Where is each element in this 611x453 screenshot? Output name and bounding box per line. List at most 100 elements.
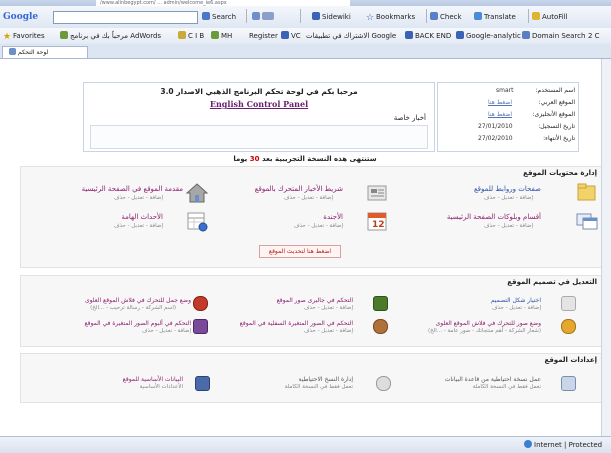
- fav-item[interactable]: BACK END: [405, 30, 451, 42]
- page-icon: [178, 31, 186, 39]
- flash-text-link[interactable]: وضع جمل للتحرك في فلاش الموقع العلوى: [85, 297, 191, 304]
- adwords-icon: [60, 31, 68, 39]
- vertical-scrollbar[interactable]: [601, 59, 611, 436]
- trial-days: 30: [249, 155, 260, 163]
- toolbar-extras[interactable]: [252, 11, 276, 24]
- check-button[interactable]: Check: [430, 11, 462, 24]
- flash-images-icon: [561, 319, 576, 334]
- trial-text-after: يوما: [233, 155, 248, 163]
- home-icon: [185, 182, 209, 204]
- calendar-icon: 12: [365, 210, 389, 232]
- status-bar: Internet | Protected: [0, 436, 611, 453]
- section-title: إدارة محتويات الموقع: [523, 169, 597, 177]
- news-label: أخبار خاصة: [393, 114, 426, 122]
- english-site-link[interactable]: اضغط هنا: [488, 111, 512, 118]
- newspaper-icon: [365, 182, 389, 204]
- choose-theme-link[interactable]: اختيار شكل التصميم: [491, 297, 541, 304]
- pages-links-link[interactable]: صفحات وروابط للموقع: [474, 185, 541, 193]
- important-events-link[interactable]: الأحداث الهامة: [121, 213, 163, 221]
- welcome-box: مرحبا بكم في لوحة تحكم البرنامج الذهبي ا…: [83, 82, 435, 152]
- favorites-button[interactable]: ★ Favorites: [3, 30, 45, 42]
- page-icon: [281, 31, 289, 39]
- fav-item[interactable]: C I B: [178, 30, 204, 42]
- fav-item-label: MH: [221, 32, 233, 40]
- backup-database-link[interactable]: عمل نسخة احتياطية من قاعدة البيانات: [445, 376, 541, 383]
- favorites-bar: ★ Favorites مرحباً بك في برنامج AdWords C…: [0, 28, 611, 45]
- trial-notice: ستنتهى هذه النسخة التجريبية بعد 30 يوما: [170, 155, 440, 163]
- news-ticker-link[interactable]: شريط الأخبار المتحرك بالموقع: [255, 185, 343, 193]
- database-backup-icon: [561, 376, 576, 391]
- autofill-button[interactable]: AutoFill: [532, 11, 568, 24]
- tab-control-panel[interactable]: لوحة التحكم: [2, 46, 88, 58]
- section-title: إعدادات الموقع: [544, 356, 597, 364]
- item-note: تعمل فقط في النسخة الكاملة: [472, 384, 541, 390]
- fav-item-label: Google-analytic: [466, 32, 521, 40]
- search-button[interactable]: Search: [202, 11, 236, 24]
- page-icon: [522, 31, 530, 39]
- translate-button[interactable]: Translate: [474, 11, 516, 24]
- fav-item[interactable]: Google-analytic: [456, 30, 521, 42]
- account-info-box: اسم المستخدم: smart الموقع العربي: اضغط …: [437, 82, 579, 152]
- item-actions: إضافة - تعديل - حذف: [113, 195, 163, 201]
- design-section: التعديل في تصميم الموقع اختيار شكل التصم…: [20, 275, 602, 347]
- page-icon: [9, 48, 16, 55]
- favorites-label: Favorites: [13, 32, 45, 40]
- item-actions: إضافة - تعديل - حذف: [293, 223, 343, 229]
- english-site-label: الموقع الأنجليزى:: [532, 111, 576, 118]
- manage-backups-link[interactable]: إدارة النسخ الاحتياطية: [299, 376, 353, 383]
- google-search-input[interactable]: [53, 11, 198, 24]
- agenda-link[interactable]: الأجندة: [323, 213, 343, 221]
- fav-item[interactable]: VC: [281, 30, 301, 42]
- star-icon: ☆: [366, 13, 375, 23]
- autofill-label: AutoFill: [542, 13, 568, 21]
- fav-item[interactable]: مرحباً بك في برنامج AdWords: [60, 30, 161, 42]
- fav-item-label: Google الاشتراك في تطبيقات: [306, 32, 397, 40]
- flash-images-link[interactable]: وضع صور للتحرك في فلاش الموقع العلوى: [436, 320, 541, 327]
- page-icon: [405, 31, 413, 39]
- item-note: (اسم الشركة - رسالة ترحيب - ...الخ): [90, 305, 176, 311]
- fav-item[interactable]: 2 C: [588, 30, 600, 42]
- fav-item[interactable]: Google الاشتراك في تطبيقات: [306, 30, 396, 42]
- backup-manage-icon: [376, 376, 391, 391]
- gallery-icon: [373, 296, 388, 311]
- design-theme-icon: [561, 296, 576, 311]
- arabic-site-link[interactable]: اضغط هنا: [488, 99, 512, 106]
- fav-item-label: Domain Search: [532, 32, 586, 40]
- item-actions: إضافة - تعديل - حذف: [303, 305, 353, 311]
- album-link[interactable]: التحكم في ألبوم الصور المتغيرة في الموقع: [84, 320, 191, 327]
- album-icon: [193, 319, 208, 334]
- bookmarks-label: Bookmarks: [376, 13, 416, 21]
- windows-icon: [575, 210, 599, 232]
- basic-data-link[interactable]: البيانات الأساسية للموقع: [123, 376, 183, 383]
- google-logo: Google: [3, 12, 39, 22]
- item-actions: إضافة - تعديل - حذف: [303, 328, 353, 334]
- fav-item-label: C I B: [188, 32, 205, 40]
- toolbar-divider: [528, 9, 529, 23]
- fav-item[interactable]: Domain Search: [522, 30, 585, 42]
- content-management-section: إدارة محتويات الموقع صفحات وروابط للموقع…: [20, 166, 602, 268]
- chevron-down-icon: [262, 12, 274, 20]
- check-label: Check: [440, 13, 462, 21]
- settings-gears-icon: [195, 376, 210, 391]
- bottom-images-link[interactable]: التحكم في الصور المتغيرة السفلية في المو…: [240, 320, 353, 327]
- update-site-button[interactable]: اضغط هنا لتحديث الموقع: [259, 245, 341, 258]
- sidewiki-icon: [312, 12, 320, 20]
- registration-date-value: 27/01/2010: [478, 123, 513, 130]
- item-actions: إضافة - تعديل - حذف: [491, 305, 541, 311]
- fav-item-label: مرحباً بك في برنامج AdWords: [70, 32, 162, 40]
- gallery-link[interactable]: التحكم في جاليرى صور الموقع: [277, 297, 353, 304]
- fav-item[interactable]: Register: [249, 30, 278, 42]
- sidewiki-button[interactable]: Sidewiki: [312, 11, 351, 24]
- bookmarks-button[interactable]: ☆ Bookmarks: [366, 11, 415, 24]
- username-value: smart: [496, 87, 514, 94]
- english-control-panel-link[interactable]: English Control Panel: [84, 99, 434, 109]
- welcome-text: مرحبا بكم في لوحة تحكم البرنامج الذهبي ا…: [160, 87, 358, 96]
- site-intro-link[interactable]: مقدمة الموقع في الصفحة الرئيسية: [82, 185, 183, 193]
- zone-indicator: Internet | Protected: [524, 437, 602, 453]
- fav-item[interactable]: MH: [211, 30, 232, 42]
- item-note: الأعدادات الأساسية: [139, 384, 183, 390]
- expiry-date-label: تاريخ الأنتهاء:: [543, 135, 575, 142]
- homepage-blocks-link[interactable]: أقسام وبلوكات الصفحة الرئيسية: [447, 213, 541, 221]
- page-icon: [456, 31, 464, 39]
- toolbar-divider: [300, 9, 301, 23]
